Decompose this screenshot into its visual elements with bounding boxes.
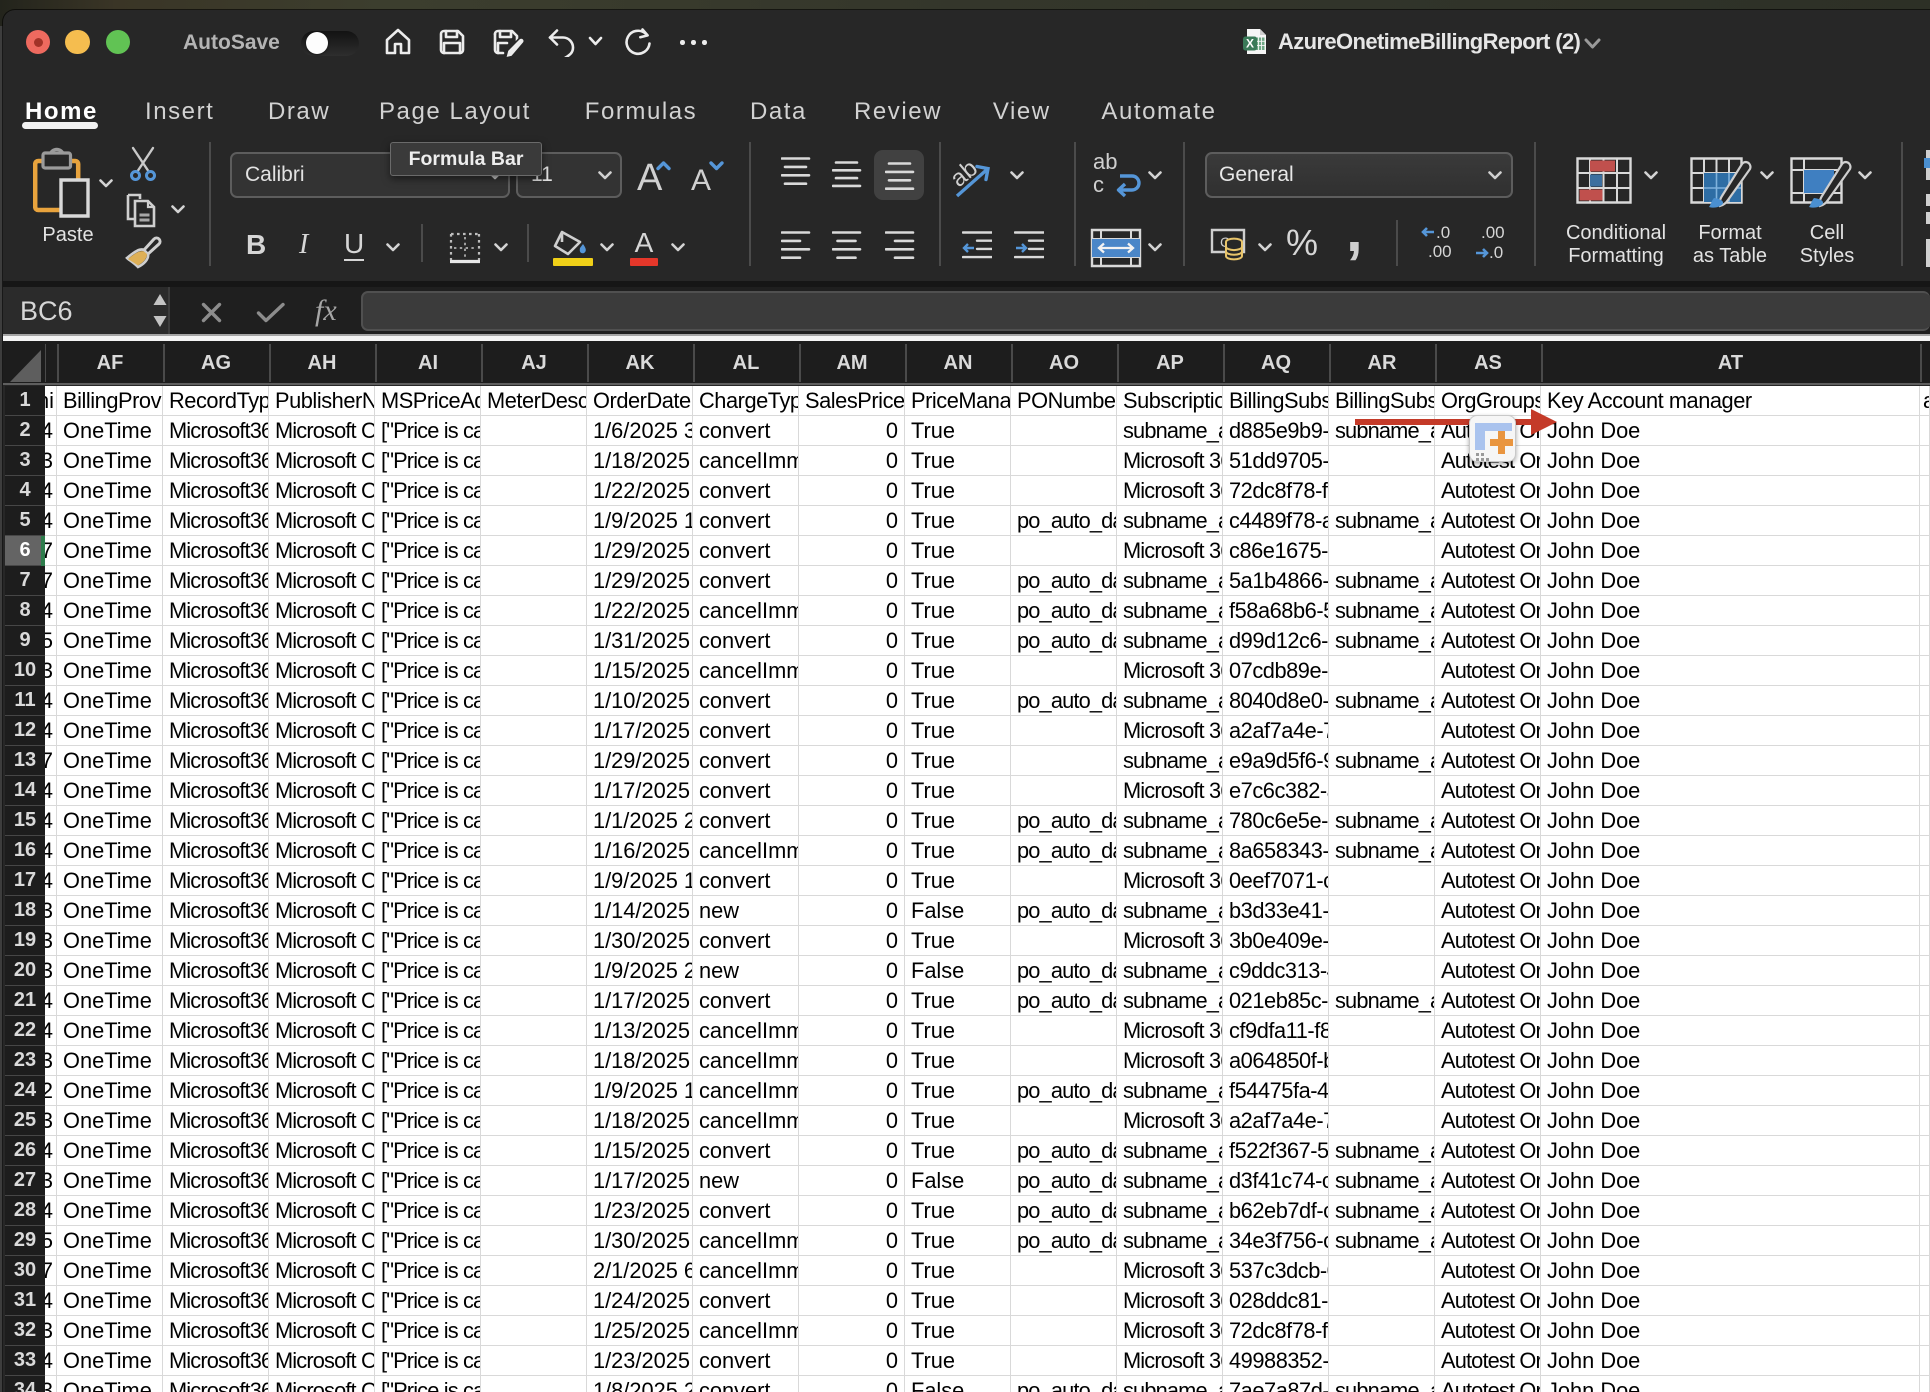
svg-text:.00: .00 [1481, 226, 1505, 242]
svg-text:.0: .0 [1489, 243, 1503, 260]
svg-text:.00: .00 [1428, 242, 1452, 260]
svg-text:.0: .0 [1436, 226, 1450, 242]
svg-text:X: X [1246, 37, 1254, 51]
